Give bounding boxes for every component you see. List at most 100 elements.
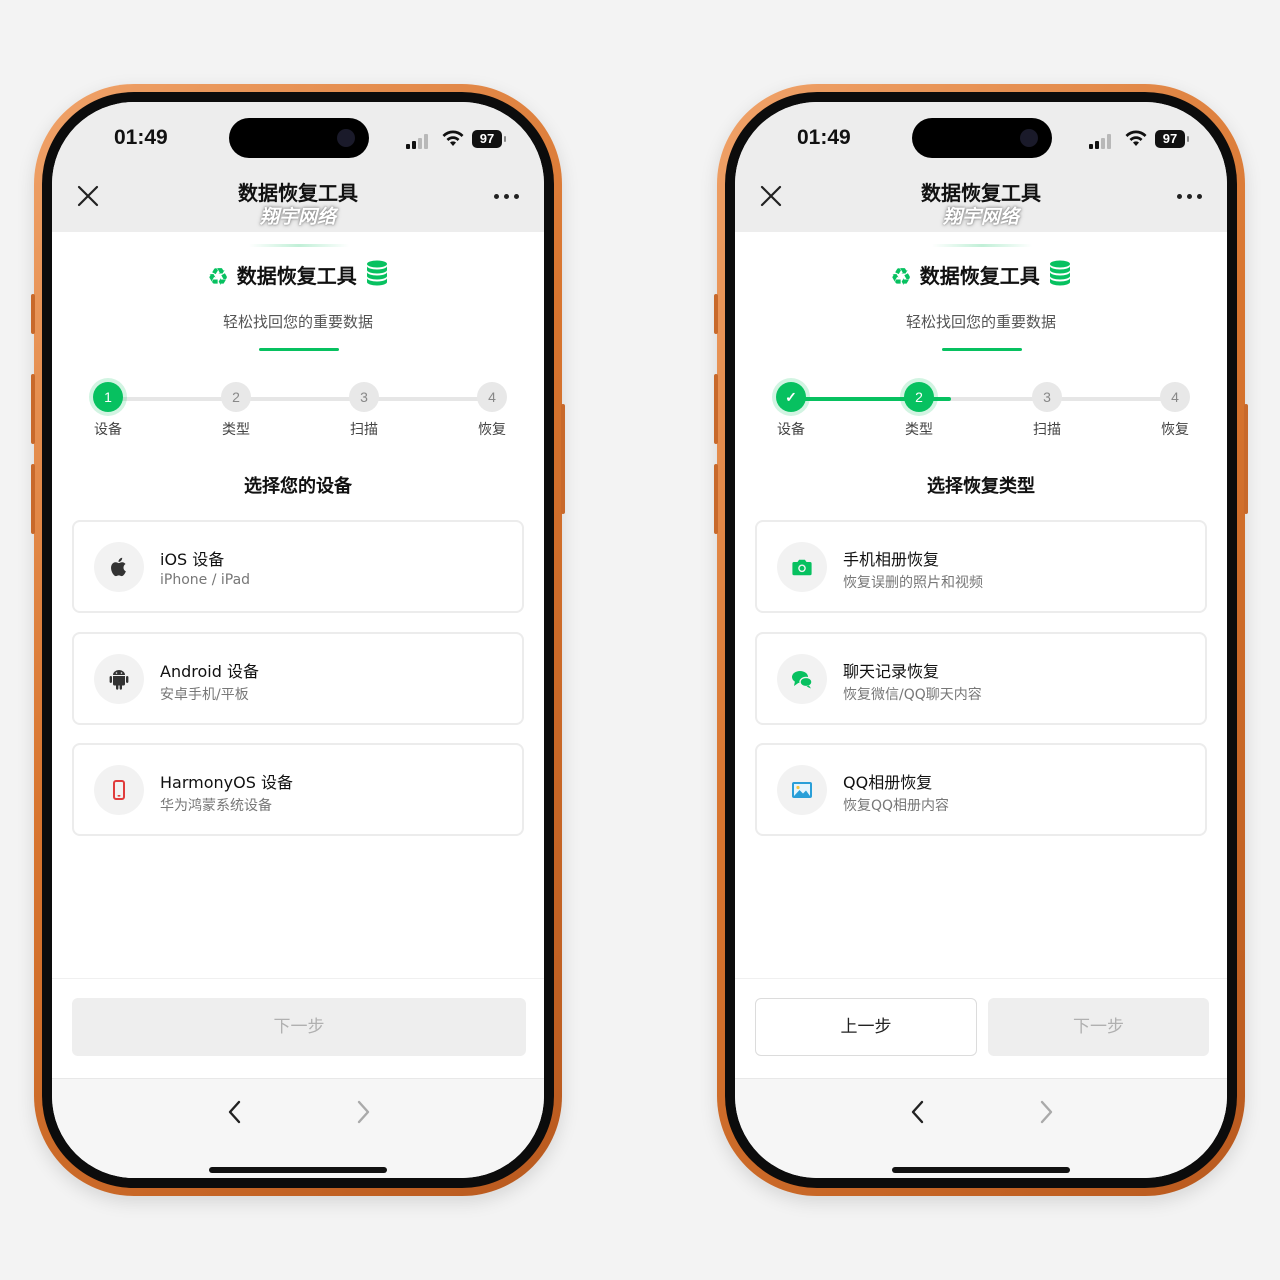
option-title: Android 设备 (160, 662, 259, 681)
step-3-label: 扫描 (350, 422, 378, 438)
more-icon[interactable] (494, 194, 520, 202)
option-android-device[interactable]: Android 设备 安卓手机/平板 (72, 632, 524, 725)
database-icon (1049, 260, 1070, 286)
bezel: 01:49 97 数据恢复工具 翔宇网络 ♻ 数据恢复工具 轻松找回您的重要数据… (42, 92, 554, 1188)
watermark: 翔宇网络 (259, 206, 336, 228)
next-step-button[interactable]: 下一步 (72, 998, 526, 1056)
power-button (561, 404, 565, 514)
mute-switch (31, 294, 35, 334)
stepper: ✓ 设备 2 类型 3 扫描 4 恢复 (776, 382, 1190, 452)
subtitle-underline (942, 348, 1022, 351)
prev-step-button[interactable]: 上一步 (755, 998, 977, 1056)
step-1: ✓ 设备 (761, 382, 821, 439)
app-title: ♻ 数据恢复工具 (735, 260, 1227, 291)
home-indicator[interactable] (209, 1167, 387, 1173)
step-2-label: 类型 (905, 422, 933, 438)
step-1: 1 设备 (78, 382, 138, 439)
forward-arrow-icon[interactable] (1035, 1099, 1057, 1125)
step-2: 2 类型 (206, 382, 266, 439)
option-chat-recovery[interactable]: 聊天记录恢复 恢复微信/QQ聊天内容 (755, 632, 1207, 725)
option-title: iOS 设备 (160, 550, 225, 569)
camera-icon (337, 129, 355, 147)
status-time: 01:49 (797, 126, 851, 149)
camera-icon (777, 542, 827, 592)
stepper-track (108, 397, 492, 401)
chat-icon (777, 654, 827, 704)
apple-icon (94, 542, 144, 592)
step-4: 4 恢复 (1145, 382, 1205, 439)
volume-down-button (31, 464, 35, 534)
step-4-label: 恢复 (478, 422, 506, 438)
mute-switch (714, 294, 718, 334)
step-4-dot: 4 (477, 382, 507, 412)
home-indicator[interactable] (892, 1167, 1070, 1173)
section-title: 选择恢复类型 (927, 476, 1035, 497)
step-3: 3 扫描 (334, 382, 394, 439)
section-title: 选择您的设备 (244, 476, 352, 497)
back-arrow-icon[interactable] (907, 1099, 929, 1125)
step-3-label: 扫描 (1033, 422, 1061, 438)
app-title: ♻ 数据恢复工具 (52, 260, 544, 291)
option-harmonyos-device[interactable]: HarmonyOS 设备 华为鸿蒙系统设备 (72, 743, 524, 836)
header-decoration (249, 244, 349, 247)
browser-bottom-bar (52, 1078, 544, 1178)
browser-bottom-bar (735, 1078, 1227, 1178)
database-icon (366, 260, 387, 286)
battery-indicator: 97 (472, 130, 506, 148)
option-description: 华为鸿蒙系统设备 (160, 798, 272, 814)
footer-divider (52, 978, 544, 979)
option-title: QQ相册恢复 (843, 773, 933, 792)
step-4-label: 恢复 (1161, 422, 1189, 438)
option-ios-device[interactable]: iOS 设备 iPhone / iPad (72, 520, 524, 613)
app-title-text: 数据恢复工具 (236, 264, 357, 288)
cellular-signal-icon (406, 133, 434, 149)
subtitle-underline (259, 348, 339, 351)
step-2-dot: 2 (904, 382, 934, 412)
step-2-dot: 2 (221, 382, 251, 412)
option-description: 安卓手机/平板 (160, 687, 249, 703)
screen: 01:49 97 数据恢复工具 翔宇网络 ♻ 数据恢复工具 轻松找回您的重要数据… (52, 102, 544, 1178)
recycle-icon: ♻ (890, 263, 912, 291)
phone-left: 01:49 97 数据恢复工具 翔宇网络 ♻ 数据恢复工具 轻松找回您的重要数据… (31, 84, 565, 1196)
wifi-icon (1125, 130, 1147, 146)
back-arrow-icon[interactable] (224, 1099, 246, 1125)
picture-icon (777, 765, 827, 815)
app-subtitle: 轻松找回您的重要数据 (222, 313, 373, 331)
step-1-dot: 1 (93, 382, 123, 412)
step-3-dot: 3 (349, 382, 379, 412)
option-photo-recovery[interactable]: 手机相册恢复 恢复误删的照片和视频 (755, 520, 1207, 613)
volume-up-button (714, 374, 718, 444)
step-1-check-icon: ✓ (776, 382, 806, 412)
battery-indicator: 97 (1155, 130, 1189, 148)
camera-icon (1020, 129, 1038, 147)
footer-divider (735, 978, 1227, 979)
option-title: 手机相册恢复 (843, 550, 940, 569)
option-qq-album-recovery[interactable]: QQ相册恢复 恢复QQ相册内容 (755, 743, 1207, 836)
power-button (1244, 404, 1248, 514)
cellular-signal-icon (1089, 133, 1117, 149)
step-3: 3 扫描 (1017, 382, 1077, 439)
option-description: iPhone / iPad (160, 572, 251, 588)
step-2-label: 类型 (222, 422, 250, 438)
dynamic-island (229, 118, 369, 158)
volume-down-button (714, 464, 718, 534)
app-subtitle: 轻松找回您的重要数据 (905, 313, 1056, 331)
option-title: HarmonyOS 设备 (160, 773, 293, 792)
step-4: 4 恢复 (462, 382, 522, 439)
step-4-dot: 4 (1160, 382, 1190, 412)
step-3-dot: 3 (1032, 382, 1062, 412)
forward-arrow-icon[interactable] (352, 1099, 374, 1125)
status-time: 01:49 (114, 126, 168, 149)
harmony-phone-icon (94, 765, 144, 815)
volume-up-button (31, 374, 35, 444)
stepper: 1 设备 2 类型 3 扫描 4 恢复 (93, 382, 507, 452)
step-1-label: 设备 (777, 422, 805, 438)
dynamic-island (912, 118, 1052, 158)
step-2: 2 类型 (889, 382, 949, 439)
option-description: 恢复微信/QQ聊天内容 (843, 687, 982, 703)
next-step-button[interactable]: 下一步 (988, 998, 1209, 1056)
more-icon[interactable] (1177, 194, 1203, 202)
option-title: 聊天记录恢复 (843, 662, 940, 681)
header-decoration (932, 244, 1032, 247)
option-description: 恢复QQ相册内容 (843, 798, 950, 814)
